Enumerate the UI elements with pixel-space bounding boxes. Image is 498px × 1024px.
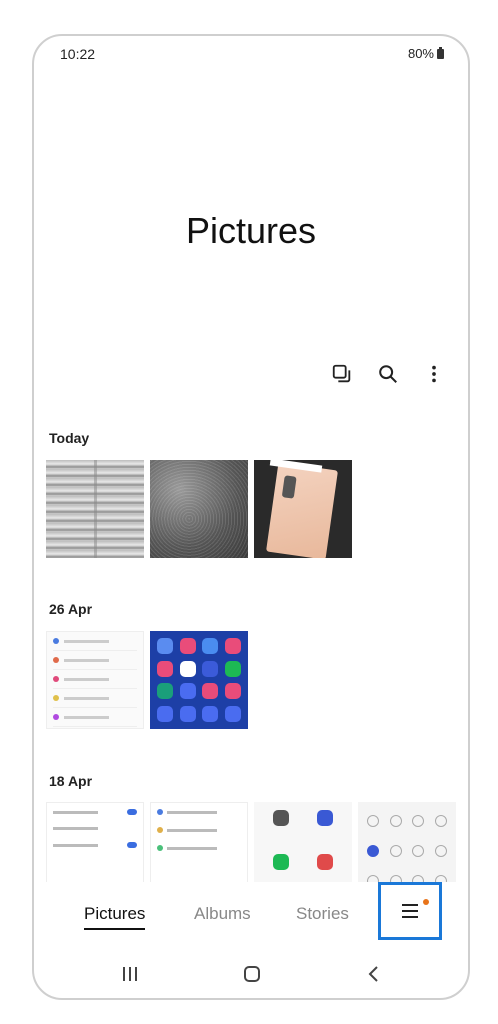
screenshot-thumbnail[interactable] — [150, 631, 248, 729]
section-title-18-apr: 18 Apr — [49, 773, 93, 789]
photo-grid-26-apr — [46, 631, 248, 729]
recent-apps-button[interactable] — [118, 962, 142, 986]
status-time: 10:22 — [60, 46, 96, 62]
photo-thumbnail[interactable] — [46, 460, 144, 558]
photo-thumbnail[interactable] — [254, 460, 352, 558]
section-title-today: Today — [49, 430, 90, 446]
notification-dot — [423, 899, 429, 905]
tab-stories[interactable]: Stories — [296, 904, 349, 924]
phone-frame: 10:22 80% Pictures Today 26 Apr 18 Apr P… — [32, 34, 470, 1000]
system-navigation-bar — [34, 956, 468, 992]
search-button[interactable] — [376, 362, 400, 386]
status-bar: 10:22 80% — [34, 36, 468, 72]
toolbar — [330, 362, 446, 386]
status-battery: 80% — [408, 46, 444, 61]
select-icon — [332, 364, 351, 383]
section-title-26-apr: 26 Apr — [49, 601, 93, 617]
photo-grid-today — [46, 460, 352, 558]
battery-icon — [437, 46, 444, 59]
photo-thumbnail[interactable] — [150, 460, 248, 558]
home-button[interactable] — [240, 962, 264, 986]
home-icon — [244, 966, 260, 982]
menu-button[interactable] — [378, 882, 442, 940]
hamburger-menu-icon — [402, 904, 418, 918]
back-button[interactable] — [362, 962, 386, 986]
recent-apps-icon — [123, 967, 137, 981]
tab-albums[interactable]: Albums — [194, 904, 251, 924]
search-icon — [379, 365, 397, 383]
page-title: Pictures — [185, 210, 317, 251]
select-button[interactable] — [330, 362, 354, 386]
more-options-icon — [432, 365, 436, 383]
back-icon — [368, 966, 378, 982]
tab-pictures[interactable]: Pictures — [84, 904, 146, 930]
bottom-navigation: Pictures Albums Stories — [34, 882, 468, 942]
screenshot-thumbnail[interactable] — [46, 631, 144, 729]
more-options-button[interactable] — [422, 362, 446, 386]
battery-percent: 80% — [407, 46, 434, 61]
